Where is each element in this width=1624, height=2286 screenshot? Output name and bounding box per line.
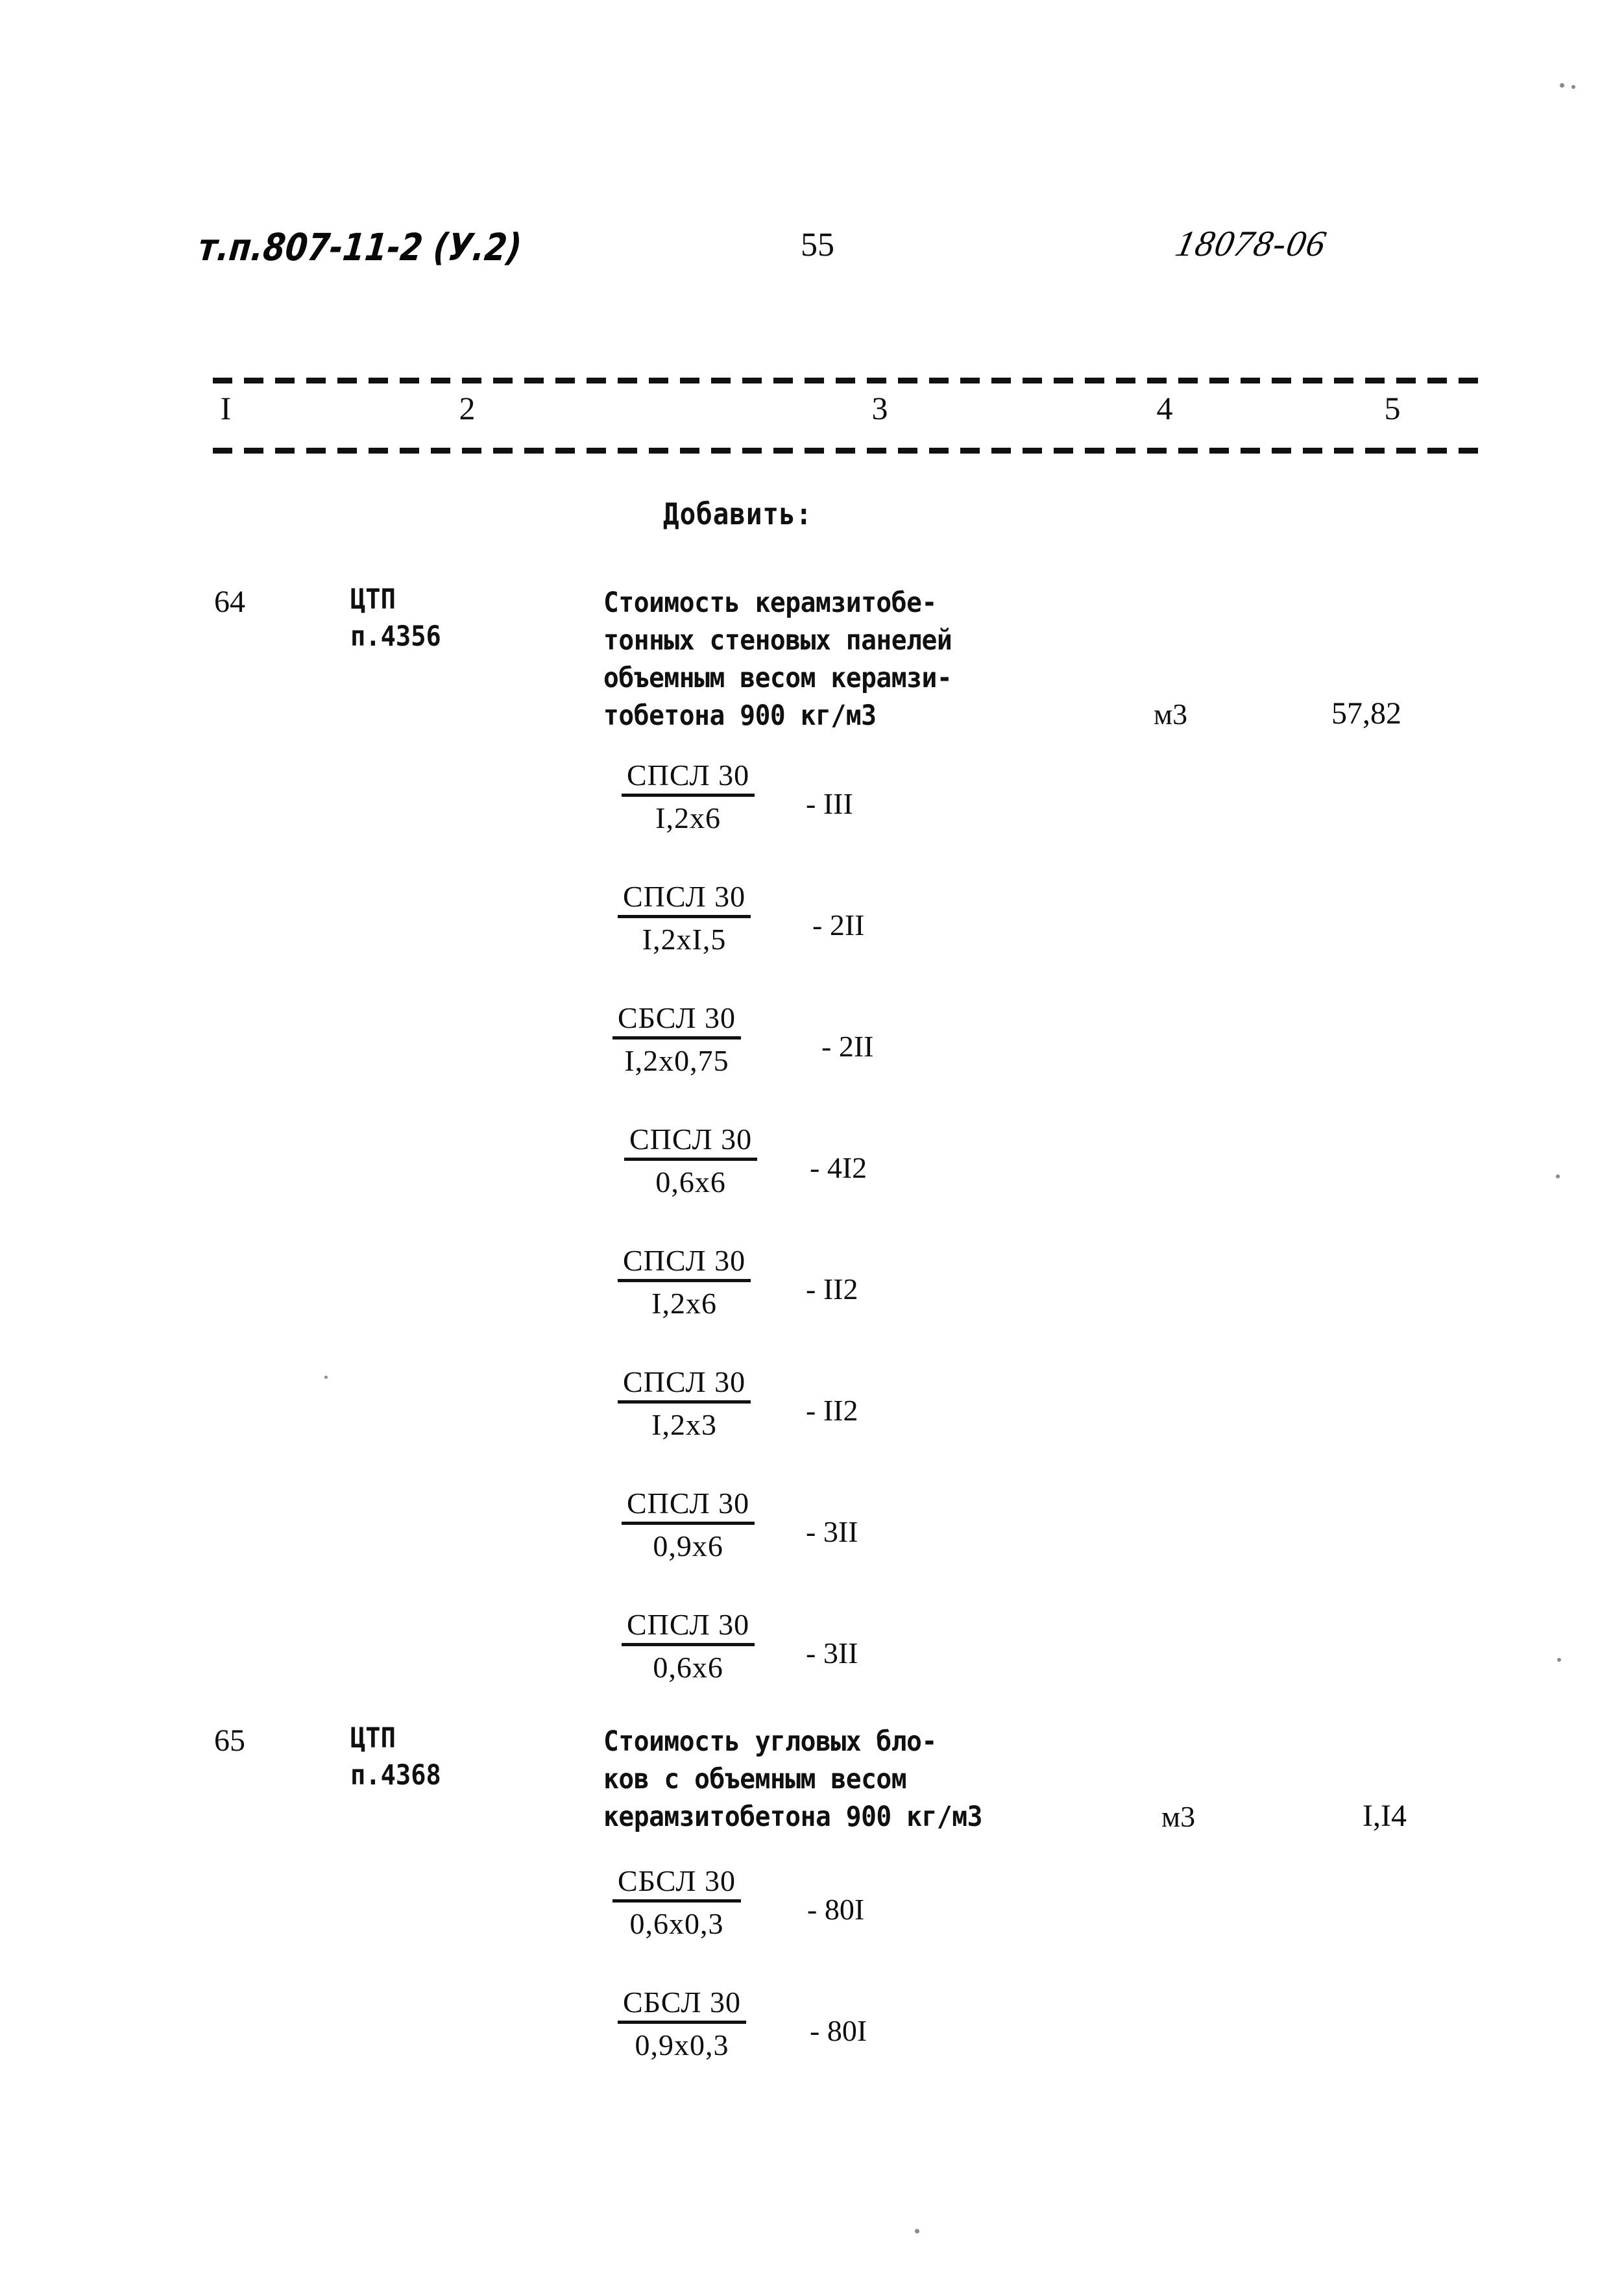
list-item: СБСЛ 30 0,9x0,3 - 80I <box>0 1985 1624 2106</box>
section-label-add: Добавить: <box>663 497 813 532</box>
list-item: СПСЛ 30 I,2x3 - II2 <box>0 1365 1624 1486</box>
scan-speck <box>1571 85 1575 89</box>
fraction-denominator: I,2x3 <box>651 1408 717 1441</box>
list-item: СПСЛ 30 I,2x6 - II2 <box>0 1243 1624 1365</box>
column-number-3: 3 <box>871 390 888 426</box>
document-page: т.п.807-11-2 (У.2) 55 18078-06 I 2 3 4 5… <box>0 0 1624 2286</box>
fraction-numerator: СПСЛ 30 <box>622 1486 755 1525</box>
panel-code-fraction: СПСЛ 30 I,2xI,5 <box>618 879 751 956</box>
row-description: Стоимость керамзитобе- тонных стеновых п… <box>603 587 952 732</box>
column-number-1: I <box>220 390 232 426</box>
fraction-numerator: СПСЛ 30 <box>618 1243 751 1282</box>
sheet-code: 18078-06 <box>1172 224 1331 264</box>
panel-code-fraction: СБСЛ 30 0,9x0,3 <box>618 1985 747 2062</box>
row-item-list: СПСЛ 30 I,2x6- III СПСЛ 30 I,2xI,5- 2II СБСЛ… <box>0 758 1624 1729</box>
panel-code-fraction: СБСЛ 30 I,2x0,75 <box>612 1001 742 1078</box>
row-reference-line1: ЦТП <box>350 583 396 616</box>
panel-mark: - 4I2 <box>810 1151 867 1184</box>
fraction-numerator: СБСЛ 30 <box>618 1985 747 2024</box>
list-item: СПСЛ 30 0,9x6 - 3II <box>0 1486 1624 1607</box>
row-number: 64 <box>214 585 245 619</box>
list-item: СПСЛ 30 I,2xI,5 - 2II <box>0 879 1624 1001</box>
fraction-numerator: СПСЛ 30 <box>622 1607 755 1646</box>
fraction-denominator: I,2x0,75 <box>624 1044 729 1077</box>
fraction-numerator: СПСЛ 30 <box>618 879 751 918</box>
panel-mark: - 2II <box>821 1030 874 1063</box>
panel-mark: - 80I <box>810 2014 867 2047</box>
fraction-denominator: 0,6x0,3 <box>629 1907 724 1940</box>
panel-code-fraction: СПСЛ 30 I,2x6 <box>622 758 755 835</box>
panel-mark: - II2 <box>806 1272 858 1306</box>
panel-mark: - 2II <box>812 908 865 942</box>
scan-speck <box>915 2229 919 2233</box>
fraction-numerator: СПСЛ 30 <box>622 758 755 797</box>
row-number: 65 <box>214 1723 245 1758</box>
scan-speck <box>1557 1658 1561 1662</box>
panel-mark: - III <box>806 787 853 820</box>
row-reference-line2: п.4356 <box>350 620 441 653</box>
panel-code-fraction: СПСЛ 30 I,2x3 <box>618 1365 751 1442</box>
panel-mark: - 3II <box>806 1515 858 1548</box>
row-item-list: СБСЛ 30 0,6x0,3 - 80I СБСЛ 30 0,9x0,3 - 80I <box>0 1864 1624 2106</box>
table-column-numbers: I 2 3 4 5 <box>0 389 1624 443</box>
panel-code-fraction: СПСЛ 30 0,9x6 <box>622 1486 755 1563</box>
fraction-denominator: I,2x6 <box>651 1287 717 1320</box>
row-reference-line1: ЦТП <box>350 1722 396 1755</box>
fraction-denominator: I,2xI,5 <box>642 923 727 956</box>
fraction-denominator: 0,9x0,3 <box>635 2028 729 2061</box>
list-item: СПСЛ 30 I,2x6 - III <box>0 758 1624 879</box>
list-item: СБСЛ 30 0,6x0,3 - 80I <box>0 1864 1624 1985</box>
scan-speck <box>324 1376 328 1379</box>
row-reference-line2: п.4368 <box>350 1759 441 1792</box>
row-price: I,I4 <box>1363 1799 1407 1833</box>
row-reference: ЦТП п.4356 <box>350 581 441 655</box>
panel-code-fraction: СПСЛ 30 0,6x6 <box>624 1122 758 1199</box>
list-item: СПСЛ 30 0,6x6 - 3II <box>0 1607 1624 1729</box>
panel-code-fraction: СПСЛ 30 0,6x6 <box>622 1607 755 1684</box>
list-item: СПСЛ 30 0,6x6 - 4I2 <box>0 1122 1624 1243</box>
row-reference: ЦТП п.4368 <box>350 1720 441 1794</box>
panel-mark: - 3II <box>806 1636 858 1670</box>
panel-mark: - II2 <box>806 1394 858 1427</box>
scan-speck <box>1560 83 1564 88</box>
fraction-denominator: 0,6x6 <box>653 1651 723 1684</box>
fraction-numerator: СБСЛ 30 <box>612 1864 742 1903</box>
table-rule-top <box>213 378 1490 383</box>
panel-mark: - 80I <box>807 1893 865 1926</box>
row-price: 57,82 <box>1331 696 1401 731</box>
fraction-numerator: СБСЛ 30 <box>612 1001 742 1040</box>
row-description: Стоимость угловых бло- ков с объемным ве… <box>603 1725 982 1833</box>
row-unit: м3 <box>1161 1800 1196 1833</box>
page-header: т.п.807-11-2 (У.2) 55 18078-06 <box>0 214 1624 286</box>
scan-speck <box>1556 1174 1560 1178</box>
panel-code-fraction: СПСЛ 30 I,2x6 <box>618 1243 751 1320</box>
fraction-denominator: 0,9x6 <box>653 1529 723 1563</box>
fraction-denominator: I,2x6 <box>655 801 721 834</box>
list-item: СБСЛ 30 I,2x0,75 - 2II <box>0 1001 1624 1122</box>
table-rule-bottom <box>213 448 1490 454</box>
fraction-numerator: СПСЛ 30 <box>624 1122 758 1161</box>
column-number-2: 2 <box>459 390 476 426</box>
document-code: т.п.807-11-2 (У.2) <box>196 226 524 270</box>
page-number: 55 <box>801 226 834 263</box>
panel-code-fraction: СБСЛ 30 0,6x0,3 <box>612 1864 742 1941</box>
fraction-denominator: 0,6x6 <box>655 1165 726 1198</box>
column-number-5: 5 <box>1384 390 1401 426</box>
column-number-4: 4 <box>1156 390 1173 426</box>
fraction-numerator: СПСЛ 30 <box>618 1365 751 1404</box>
row-unit: м3 <box>1154 698 1188 731</box>
